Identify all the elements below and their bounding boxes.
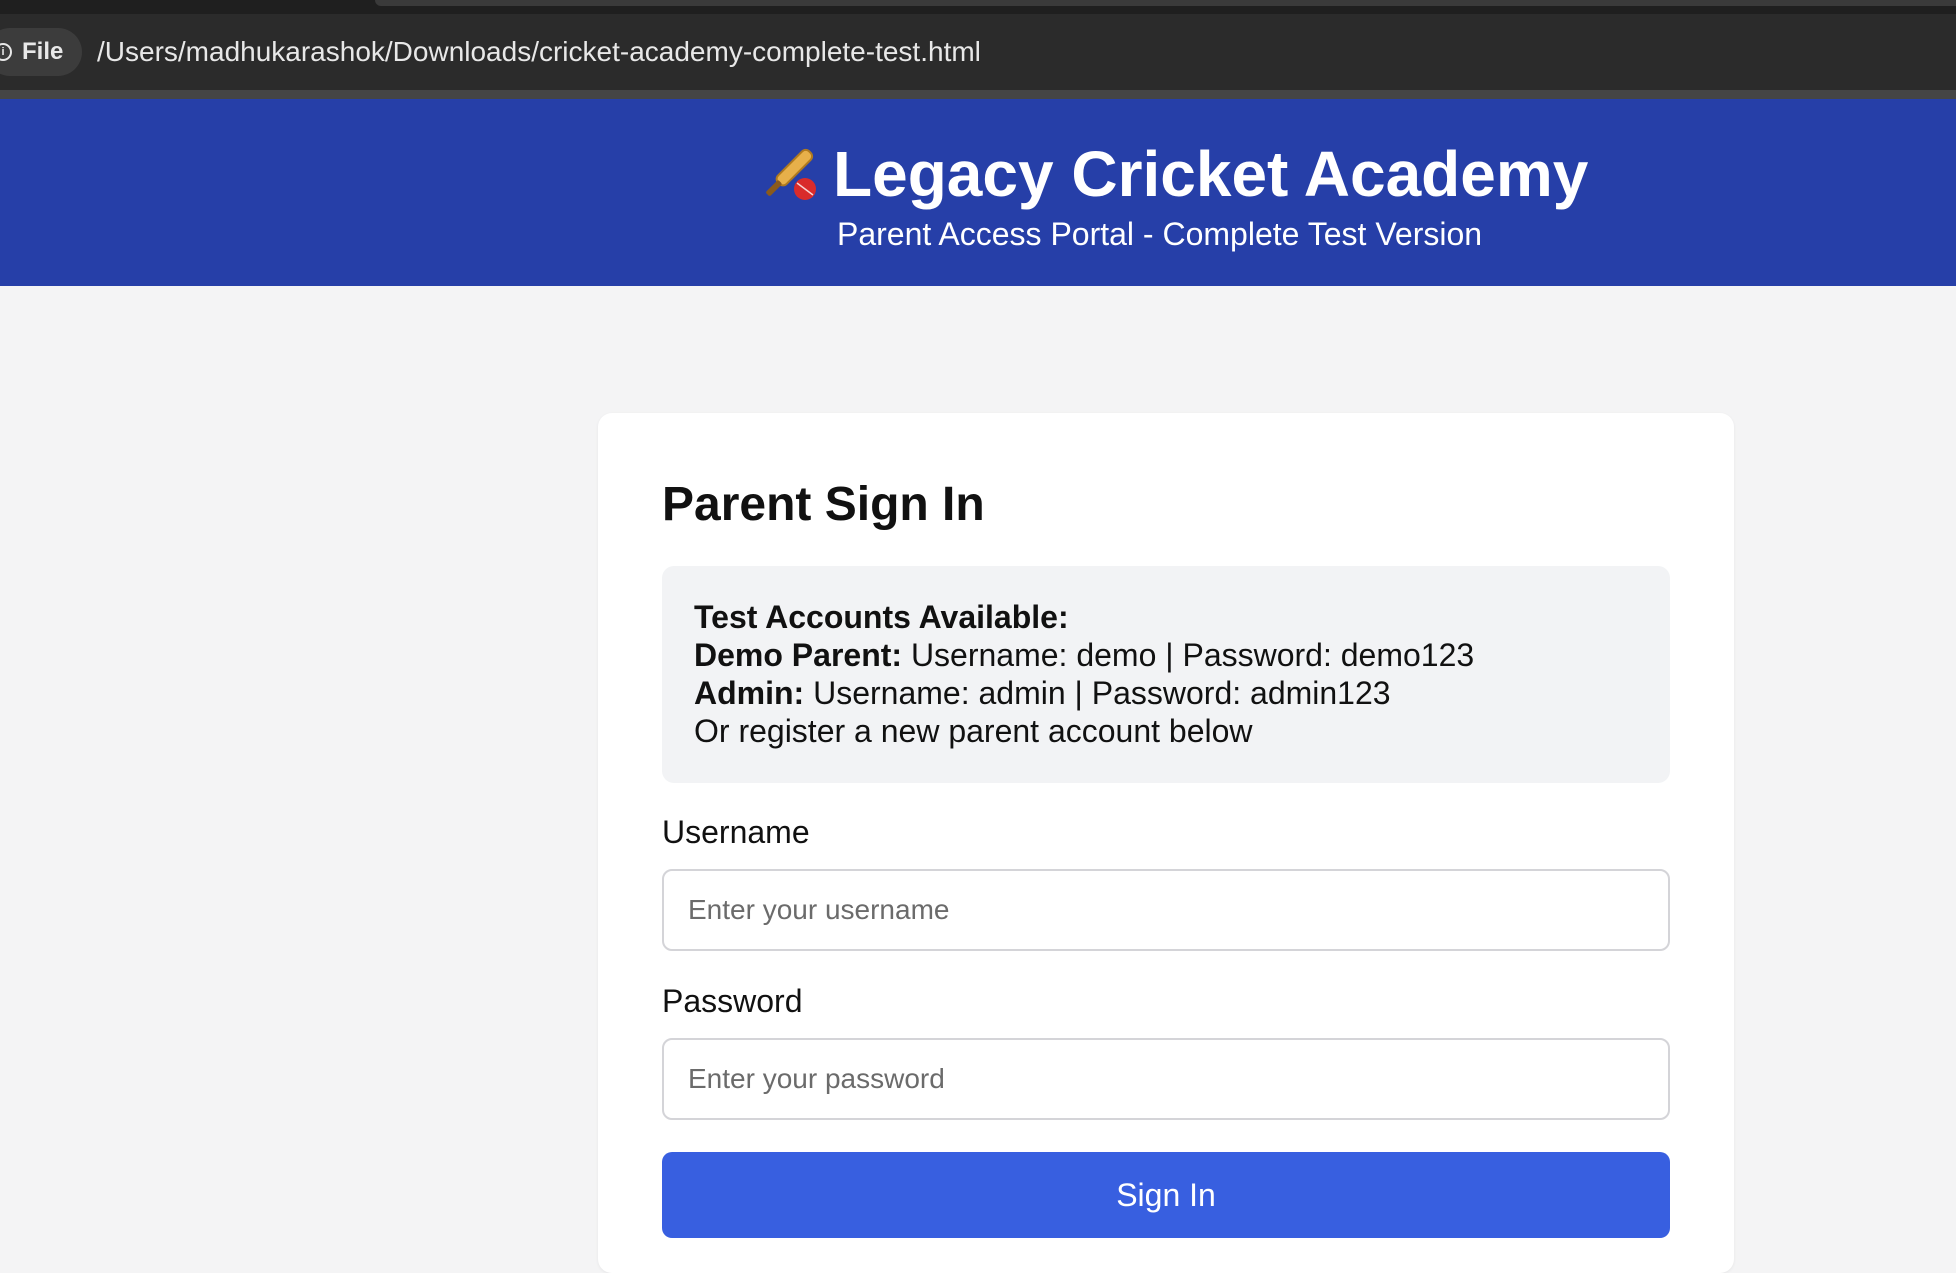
tab-strip (0, 0, 1956, 8)
active-tab-edge[interactable] (375, 0, 1956, 6)
demo-account-credentials: Username: demo | Password: demo123 (910, 637, 1475, 673)
site-info-button[interactable]: i File (0, 28, 82, 76)
cricket-bat-ball-icon (755, 141, 821, 207)
test-accounts-box: Test Accounts Available: Demo Parent: Us… (662, 566, 1670, 783)
info-icon: i (0, 43, 12, 61)
site-header: Legacy Cricket Academy Parent Access Por… (0, 99, 1956, 286)
demo-account-line: Demo Parent: Username: demo | Password: … (694, 636, 1638, 674)
password-input[interactable] (662, 1038, 1670, 1120)
test-accounts-heading: Test Accounts Available: (694, 598, 1638, 636)
browser-toolbar: i File /Users/madhukarashok/Downloads/cr… (0, 0, 1956, 99)
username-input[interactable] (662, 869, 1670, 951)
admin-account-line: Admin: Username: admin | Password: admin… (694, 674, 1638, 712)
card-title: Parent Sign In (662, 478, 985, 531)
register-note: Or register a new parent account below (694, 713, 1253, 749)
site-title-text: Legacy Cricket Academy (833, 138, 1589, 210)
admin-account-label: Admin: (694, 675, 814, 711)
admin-account-credentials: Username: admin | Password: admin123 (813, 675, 1391, 711)
site-subtitle: Parent Access Portal - Complete Test Ver… (837, 216, 1483, 252)
demo-account-label: Demo Parent: (694, 637, 911, 673)
username-label: Username (662, 814, 810, 850)
sign-in-button[interactable]: Sign In (662, 1152, 1670, 1238)
url-text[interactable]: /Users/madhukarashok/Downloads/cricket-a… (97, 36, 981, 68)
address-bar[interactable]: i File /Users/madhukarashok/Downloads/cr… (0, 14, 1956, 90)
password-label: Password (662, 983, 803, 1019)
toolbar-divider (0, 90, 1956, 99)
sign-in-card: Parent Sign In Test Accounts Available: … (598, 413, 1734, 1273)
test-accounts-heading-text: Test Accounts Available: (694, 599, 1069, 635)
site-title: Legacy Cricket Academy (755, 137, 1588, 211)
file-chip-label: File (22, 38, 64, 65)
